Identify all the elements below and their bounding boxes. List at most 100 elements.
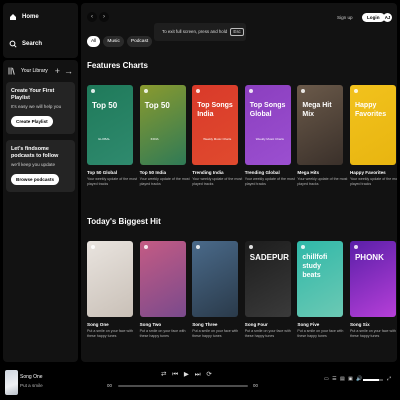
spotify-logo-icon (143, 89, 148, 93)
featured-cover-text: Top 50 (92, 101, 118, 110)
hits-card-title: Song Five (297, 322, 320, 327)
library-label[interactable]: Your Library (21, 68, 51, 74)
spotify-logo-icon (91, 245, 95, 249)
featured-cover[interactable]: Top Songs Global Weekly Music Charts (244, 85, 291, 165)
player-bar: Song One Put a smile ⇄ ⏮ ▶ ⏭ ⟳ 00 00 ▭ ☰… (0, 364, 400, 400)
filter-chip-all[interactable]: All (87, 36, 101, 47)
add-icon[interactable]: + (55, 66, 60, 76)
hits-cover[interactable] (139, 241, 186, 317)
featured-cover[interactable]: Happy Favorites (349, 85, 396, 165)
featured-card-title: Trending Global (244, 170, 280, 175)
featured-card-title: Top 50 Global (87, 170, 118, 175)
hits-card-description: Put a smile on your face with these happ… (297, 329, 344, 338)
time-total: 00 (253, 383, 258, 388)
now-playing-title[interactable]: Song One (20, 374, 43, 380)
featured-section-title: Features Charts (87, 61, 148, 70)
featured-card[interactable]: Top Songs India Weekly Music Charts Trendi… (192, 85, 243, 187)
home-link[interactable]: Home (3, 3, 78, 30)
featured-card-title: Trending India (192, 170, 224, 175)
signup-link[interactable]: Sign up (337, 15, 353, 20)
podcast-promo: Let's findsome podcasts to follow we'll … (6, 140, 75, 192)
featured-card-title: Happy Favorites (349, 170, 386, 175)
promo-title: Create Your First Playlist (11, 88, 55, 101)
main-content: ‹ › Sign up Login AJ To exit full screen… (81, 3, 397, 362)
hits-card[interactable]: Song Two Put a smile on your face with th… (139, 241, 191, 339)
search-icon (9, 40, 17, 48)
create-playlist-promo: Create Your First Playlist It's easy we … (6, 82, 75, 134)
hits-card[interactable]: SADEPUR Song Four Put a smile on your face… (244, 241, 296, 339)
featured-cover-text: Top 50 (144, 101, 170, 110)
featured-card-title: Mega Hits (297, 170, 320, 175)
playback-controls[interactable]: ⇄ ⏮ ▶ ⏭ ⟳ (161, 370, 214, 379)
spotify-logo-icon (91, 89, 95, 93)
featured-cover[interactable]: Top 50 INDIA (139, 85, 186, 165)
hits-cover[interactable] (192, 241, 239, 317)
featured-card-description: Your weekly update of the most played tr… (87, 177, 138, 186)
hits-row: Song One Put a smile on your face with th… (87, 241, 397, 339)
featured-cover-text: Top Songs India (197, 102, 233, 118)
hits-card-description: Put a smile on your face with these happ… (349, 329, 396, 338)
hits-cover-text: SADEPUR (249, 253, 289, 262)
featured-card-title: Top 50 India (139, 170, 167, 175)
featured-card[interactable]: Top Songs Global Weekly Music Charts Trend… (244, 85, 296, 187)
volume-slider[interactable] (363, 379, 383, 381)
arrow-right-icon[interactable]: → (64, 66, 73, 76)
hits-card-description: Put a smile on your face with these happ… (139, 329, 186, 338)
featured-card[interactable]: Top 50 INDIA Top 50 India Your weekly updat… (139, 85, 191, 187)
hits-card[interactable]: PHONK Song Six Put a smile on your face wi… (349, 241, 397, 339)
featured-card[interactable]: Top 50 GLOBAL Top 50 Global Your weekly upd… (87, 85, 138, 187)
esc-key: Esc (230, 28, 244, 36)
spotify-logo-icon (301, 245, 306, 249)
volume-fill (363, 379, 379, 381)
spotify-logo-icon (248, 245, 253, 249)
search-link[interactable]: Search (3, 30, 78, 57)
avatar[interactable]: AJ (383, 13, 392, 22)
featured-card-description: Your weekly update of the most played tr… (349, 177, 397, 186)
create-playlist-button[interactable]: Create Playlist (11, 116, 53, 127)
featured-card-description: Your weekly update of the most played tr… (139, 177, 190, 186)
featured-cover-subtext: INDIA (150, 137, 159, 141)
filter-chips: All Music Podcast (87, 36, 153, 47)
featured-cover[interactable]: Top 50 GLOBAL (87, 85, 133, 165)
featured-cover-subtext: Weekly Music Charts (255, 137, 284, 141)
featured-cover[interactable]: Mega Hit Mix (297, 85, 344, 165)
extra-controls[interactable]: ▭ ☰ ▤ ▣ 🔊 (324, 376, 363, 382)
featured-card-description: Your weekly update of the most played tr… (244, 177, 295, 186)
hits-card-title: Song Four (244, 322, 268, 327)
featured-card-description: Your weekly update of the most played tr… (192, 177, 243, 186)
hits-cover[interactable]: SADEPUR (244, 241, 291, 317)
now-playing-cover[interactable] (5, 370, 18, 395)
filter-chip-podcast[interactable]: Podcast (126, 36, 153, 47)
hits-card-description: Put a smile on your face with these happ… (244, 329, 291, 338)
home-label: Home (22, 13, 39, 20)
browse-podcasts-button[interactable]: Browse podcasts (11, 174, 60, 185)
spotify-logo-icon (196, 245, 201, 249)
featured-cover-subtext: Weekly Music Charts (203, 137, 232, 141)
login-button[interactable]: Login (362, 13, 385, 22)
forward-arrow-icon[interactable]: › (99, 12, 109, 22)
hits-card[interactable]: Song One Put a smile on your face with th… (87, 241, 138, 339)
featured-cover-text: Top Songs Global (249, 102, 286, 118)
hits-cover[interactable] (87, 241, 133, 317)
spotify-logo-icon (248, 89, 253, 93)
hits-cover-text: chillfofi study beats (302, 254, 328, 279)
now-playing-artist[interactable]: Put a smile (20, 383, 43, 388)
hits-card-title: Song Three (192, 322, 218, 327)
hits-cover[interactable]: PHONK (349, 241, 396, 317)
featured-cover[interactable]: Top Songs India Weekly Music Charts (192, 85, 239, 165)
back-arrow-icon[interactable]: ‹ (87, 12, 97, 22)
filter-chip-music[interactable]: Music (103, 36, 124, 47)
hits-card-description: Put a smile on your face with these happ… (87, 329, 133, 338)
hits-card-title: Song Six (349, 322, 370, 327)
hits-card[interactable]: chillfofi study beats Song Five Put a smil… (297, 241, 348, 339)
library-icon (8, 67, 15, 75)
library-panel: Your Library + → Create Your First Playl… (3, 60, 78, 362)
featured-card[interactable]: Happy Favorites Happy Favorites Your weekl… (349, 85, 397, 187)
spotify-logo-icon (196, 89, 201, 93)
spotify-logo-icon (143, 245, 148, 249)
progress-bar[interactable] (118, 385, 248, 387)
featured-card[interactable]: Mega Hit Mix Mega Hits Your weekly update … (297, 85, 348, 187)
fullscreen-icon[interactable]: ⤢ (387, 376, 391, 382)
hits-card[interactable]: Song Three Put a smile on your face with … (192, 241, 243, 339)
hits-cover[interactable]: chillfofi study beats (297, 241, 344, 317)
